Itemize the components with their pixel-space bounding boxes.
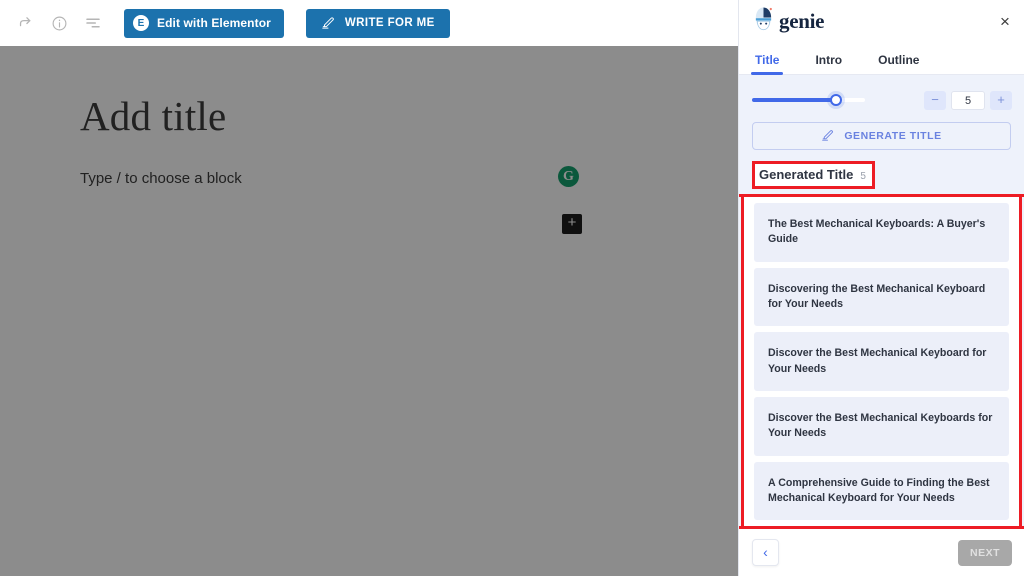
panel-footer: ‹ NEXT xyxy=(739,529,1024,576)
generated-title-label: Generated Title xyxy=(759,166,854,182)
panel-header: genie × xyxy=(739,0,1024,43)
block-placeholder[interactable]: Type / to choose a block xyxy=(80,170,242,187)
generated-titles-highlight: The Best Mechanical Keyboards: A Buyer's… xyxy=(739,193,1024,530)
details-list-icon[interactable] xyxy=(76,6,110,40)
list-item[interactable]: A Comprehensive Guide to Finding the Bes… xyxy=(754,461,1009,521)
wordpress-editor: E Edit with Elementor WRITE FOR ME Add t… xyxy=(0,0,738,576)
grammarly-icon[interactable]: G xyxy=(558,166,579,187)
back-button[interactable]: ‹ xyxy=(752,539,779,567)
write-for-me-button[interactable]: WRITE FOR ME xyxy=(305,8,450,38)
title-count-slider[interactable] xyxy=(752,93,865,107)
generated-title-header: Generated Title 5 xyxy=(752,160,875,189)
generate-title-label: GENERATE TITLE xyxy=(844,129,942,142)
increment-button[interactable]: + xyxy=(990,90,1012,110)
panel-tabs: Title Intro Outline xyxy=(739,42,1024,75)
count-stepper: − 5 + xyxy=(924,90,1012,110)
tab-title[interactable]: Title xyxy=(750,53,784,75)
info-icon[interactable] xyxy=(42,6,76,40)
list-item[interactable]: Discovering the Best Mechanical Keyboard… xyxy=(754,267,1009,327)
slider-thumb[interactable] xyxy=(829,94,842,107)
edit-with-elementor-button[interactable]: E Edit with Elementor xyxy=(124,8,284,38)
count-input[interactable]: 5 xyxy=(951,90,985,110)
genie-logo: genie xyxy=(751,6,824,37)
list-item[interactable]: The Best Mechanical Keyboards: A Buyer's… xyxy=(754,202,1009,262)
list-item[interactable]: Discover the Best Mechanical Keyboards f… xyxy=(754,397,1009,456)
generated-title-count: 5 xyxy=(860,170,866,182)
decrement-button[interactable]: − xyxy=(924,90,946,110)
generate-title-button[interactable]: GENERATE TITLE xyxy=(752,121,1011,150)
list-item[interactable]: Discover the Best Mechanical Keyboard fo… xyxy=(754,332,1009,391)
generated-titles-list: The Best Mechanical Keyboards: A Buyer's… xyxy=(744,196,1019,527)
count-control-row: − 5 + xyxy=(739,83,1024,118)
write-for-me-label: WRITE FOR ME xyxy=(344,17,435,29)
redo-icon[interactable] xyxy=(8,6,42,40)
genie-sidebar-panel: genie × Title Intro Outline − 5 + GENERA… xyxy=(738,0,1024,576)
next-button[interactable]: NEXT xyxy=(958,539,1012,566)
genie-lamp-icon xyxy=(751,6,776,37)
elementor-logo-icon: E xyxy=(133,15,149,31)
slider-fill xyxy=(752,98,837,103)
tab-intro[interactable]: Intro xyxy=(815,53,842,74)
editor-toolbar: E Edit with Elementor WRITE FOR ME xyxy=(0,0,738,46)
screen: E Edit with Elementor WRITE FOR ME Add t… xyxy=(0,0,1024,576)
edit-with-elementor-label: Edit with Elementor xyxy=(157,16,271,30)
pencil-icon xyxy=(321,15,335,32)
tab-outline[interactable]: Outline xyxy=(878,53,919,74)
close-icon[interactable]: × xyxy=(996,13,1014,31)
pencil-icon xyxy=(821,128,834,144)
editor-canvas[interactable]: Add title Type / to choose a block G + xyxy=(0,46,738,576)
genie-logo-text: genie xyxy=(779,8,825,33)
block-inserter-button[interactable]: + xyxy=(562,214,582,234)
post-title-placeholder[interactable]: Add title xyxy=(80,92,226,140)
